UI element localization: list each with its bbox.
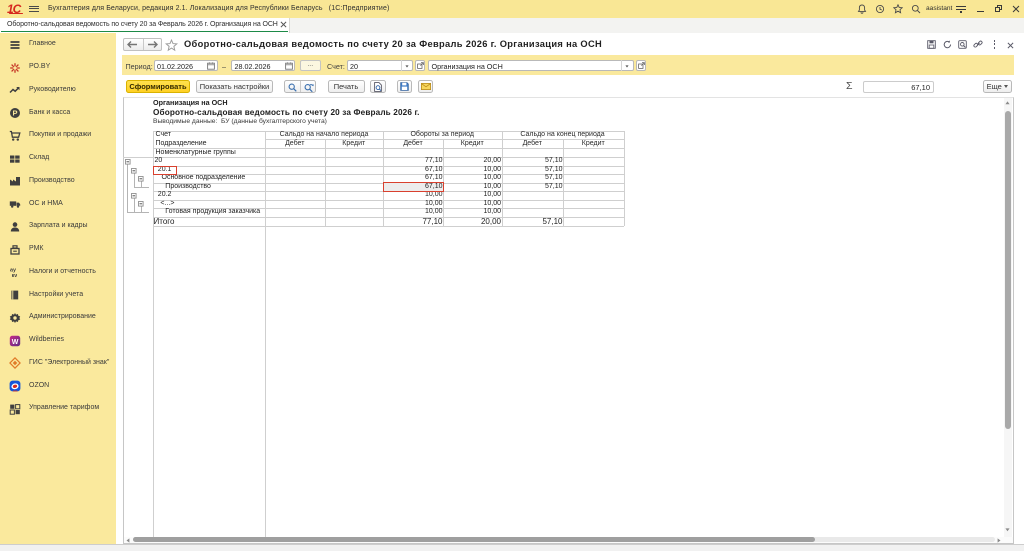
svg-text:кν: кν <box>12 273 18 278</box>
svg-text:W: W <box>12 339 19 346</box>
svg-text:P: P <box>12 109 17 118</box>
